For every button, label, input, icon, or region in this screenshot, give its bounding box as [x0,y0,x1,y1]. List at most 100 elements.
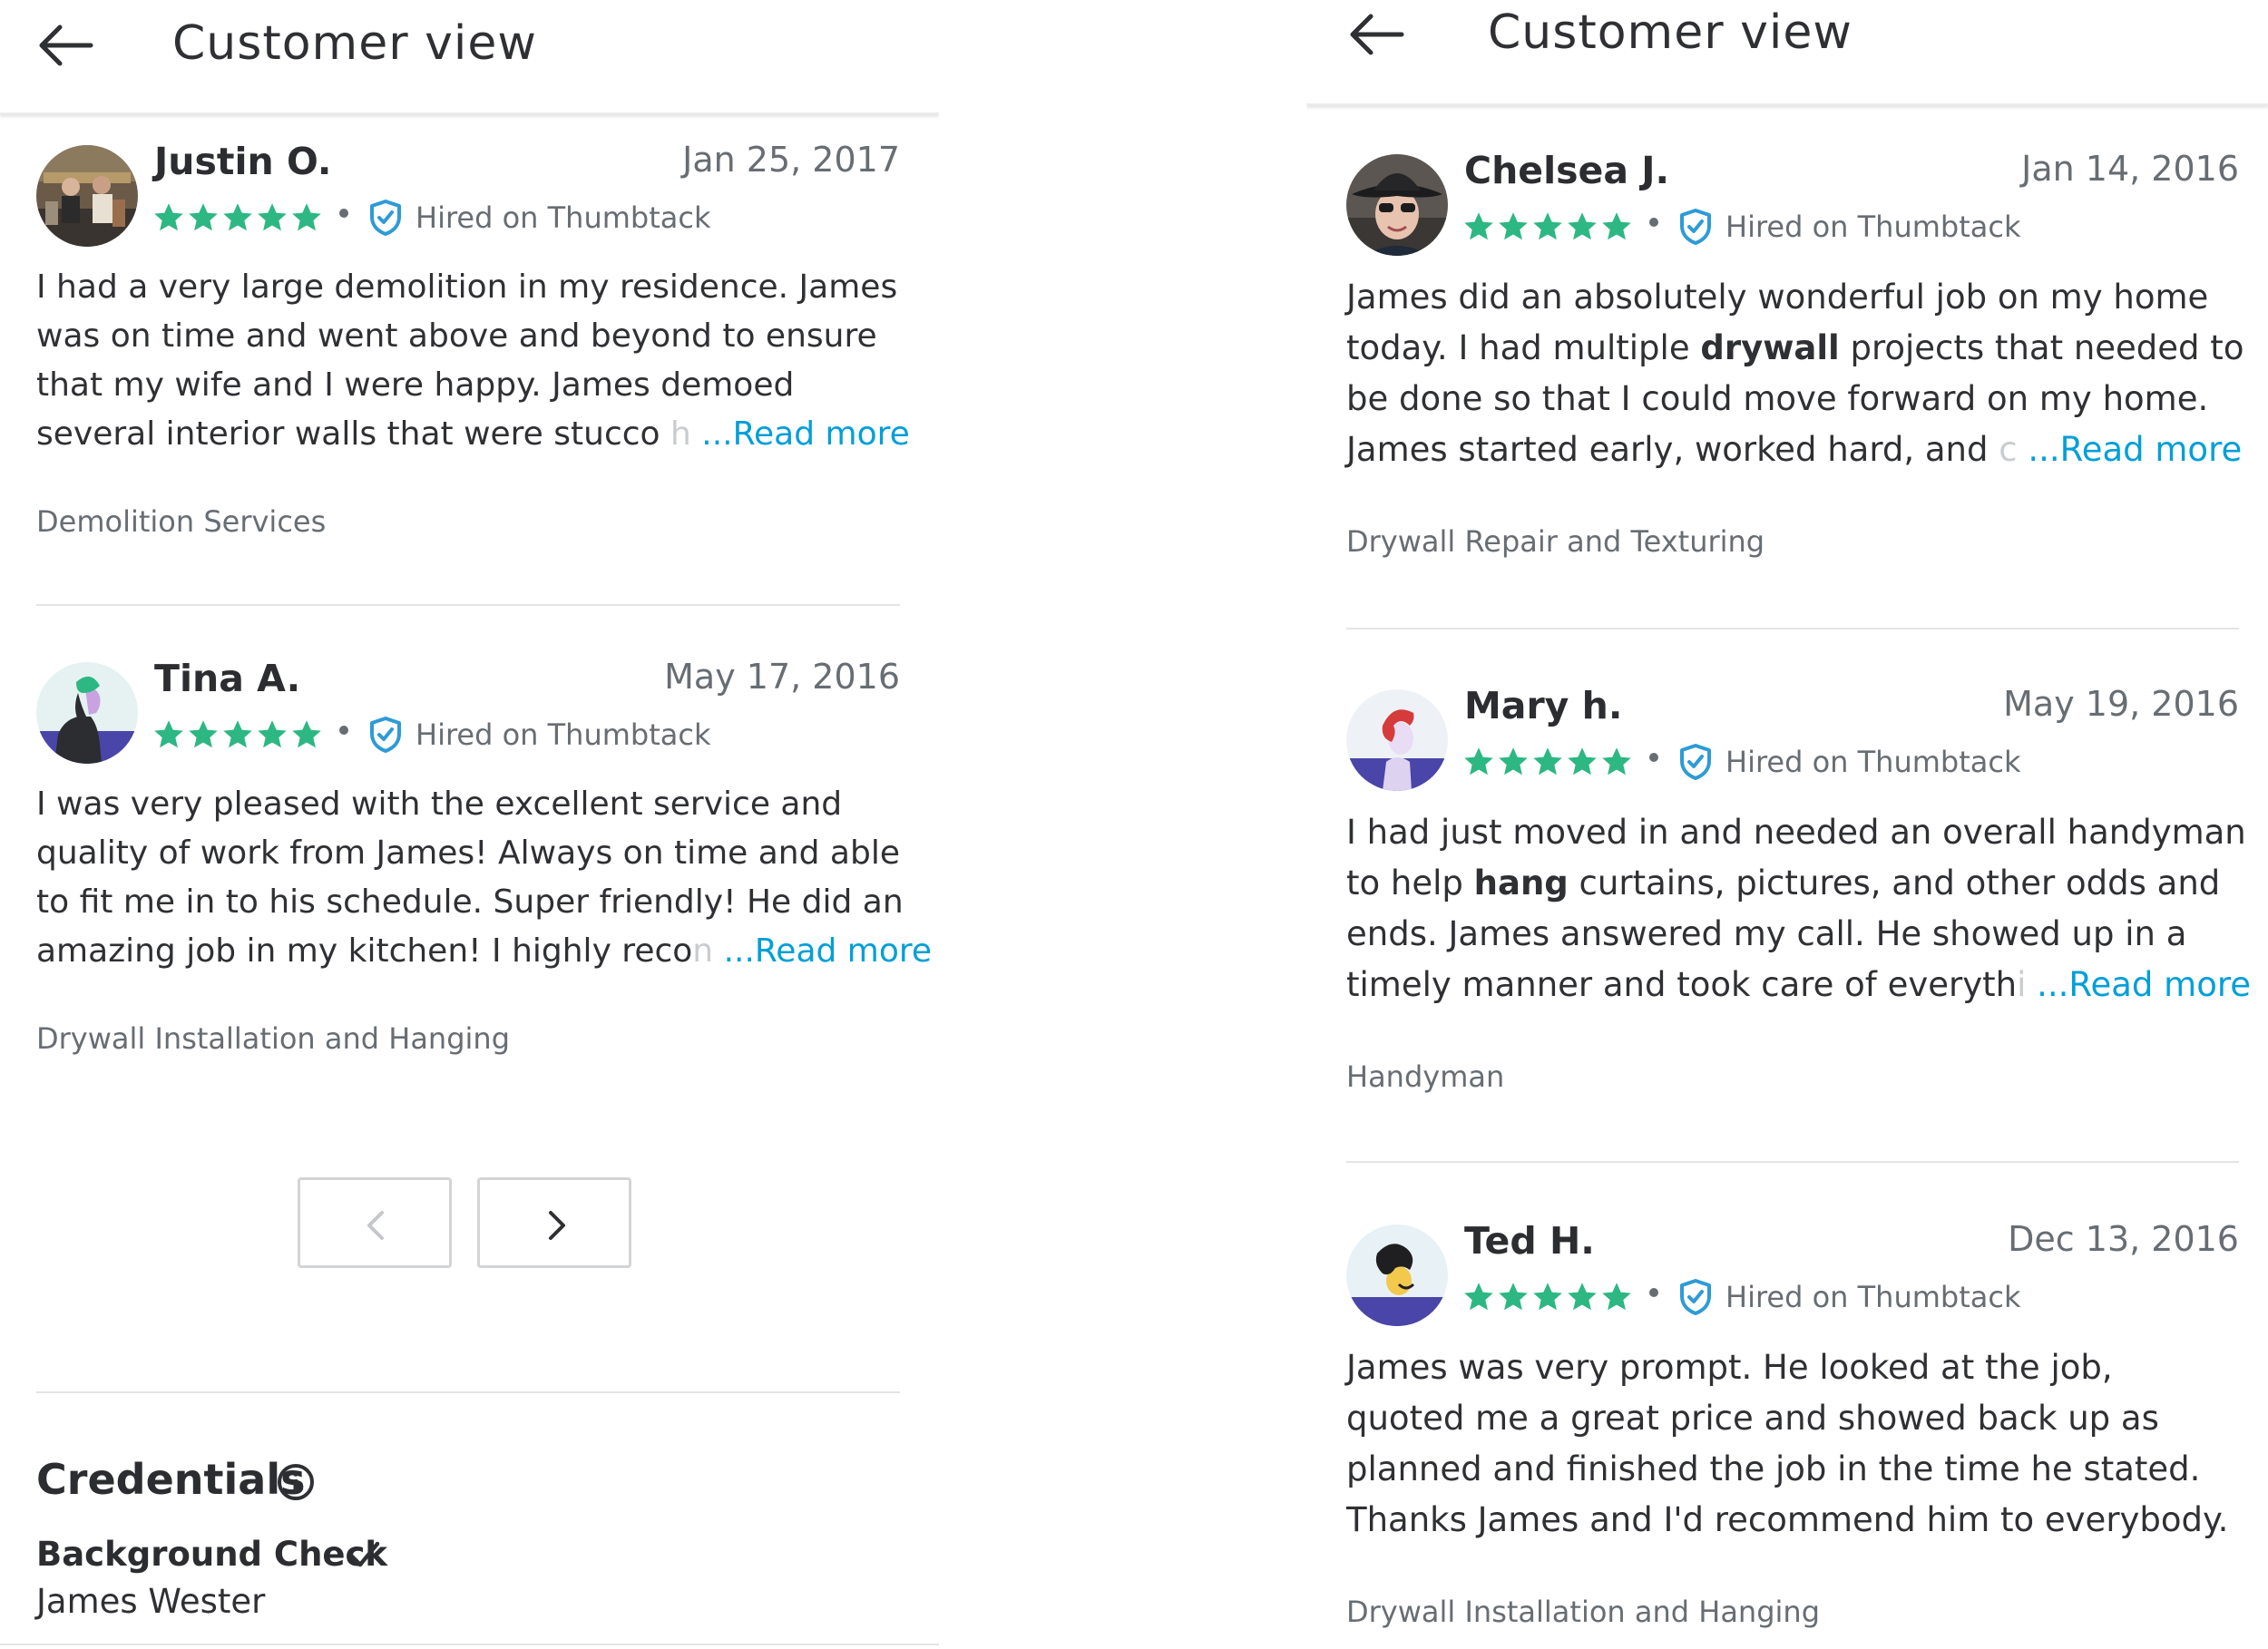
top-bar: Customer view [1306,0,2268,105]
divider [1346,628,2239,629]
review-line: James did an absolutely wonderful job on… [1346,278,2209,317]
reviewer-name: Mary h. [1464,684,1623,727]
star-icon [223,203,252,231]
review-line: quality of work from James! Always on ti… [36,834,900,872]
next-page-button[interactable] [477,1177,631,1268]
service-category: Drywall Installation and Hanging [1346,1595,1820,1629]
separator-dot [1649,1288,1658,1297]
hired-label: Hired on Thumbtack [415,717,711,752]
star-icon [1464,1283,1493,1311]
review-line-text: timely manner and took care of everyth [1346,965,2018,1004]
left-screen: Customer view Justin O. Jan 25, 2017 Hir… [0,0,939,1649]
review-line: timely manner and took care of everythi … [1346,960,2251,1010]
service-category: Drywall Installation and Hanging [36,1021,510,1056]
review-meta: Hired on Thumbtack [152,713,710,756]
service-category: Demolition Services [36,504,327,539]
star-icon [1533,1283,1562,1311]
review-text: James was very prompt. He looked at the … [1346,1342,2228,1546]
star-icon [1568,747,1597,776]
star-icon [189,720,218,748]
review-meta: Hired on Thumbtack [1462,1275,2020,1319]
review-date: Dec 13, 2016 [2008,1219,2239,1259]
review-line: James started early, worked hard, and c … [1346,424,2244,475]
right-screen: Customer view Chelsea J. Jan 14, 2016 Hi… [1306,0,2268,1649]
review-line: today. I had multiple drywall projects t… [1346,323,2244,374]
star-icon [1602,1283,1631,1311]
review-line: I had just moved in and needed an overal… [1346,813,2246,852]
previous-page-button[interactable] [298,1177,452,1268]
star-icon [154,720,183,748]
highlighted-keyword: hang [1473,864,1569,903]
checkmark-icon [347,1537,383,1573]
divider [36,604,900,606]
highlighted-keyword: drywall [1700,328,1840,367]
star-icon [1568,1283,1597,1311]
review-line: amazing job in my kitchen! I highly reco… [36,927,932,976]
read-more-link[interactable]: ...Read more [2028,430,2242,469]
star-icon [154,203,183,231]
review-date: May 17, 2016 [664,657,900,697]
reviewer-name: Ted H. [1464,1219,1595,1263]
separator-dot [1649,218,1658,227]
verified-shield-icon [1680,209,1711,245]
star-rating [152,718,325,751]
star-rating [152,201,325,234]
divider [1346,1161,2239,1163]
top-bar: Customer view [0,0,939,114]
review-meta: Hired on Thumbtack [1462,740,2020,784]
star-icon [1533,747,1562,776]
faded-text: c [1999,430,2018,469]
verified-shield-icon [1680,1279,1711,1315]
arrow-left-icon [39,24,93,66]
read-more-link[interactable]: ...Read more [2037,965,2251,1004]
review-line: ends. James answered my call. He showed … [1346,914,2187,953]
separator-dot [1649,753,1658,762]
chevron-right-icon [549,1211,565,1240]
read-more-link[interactable]: ...Read more [701,415,909,453]
divider [36,1391,900,1393]
back-button[interactable] [1345,7,1418,62]
star-icon [292,720,321,748]
review-date: May 19, 2016 [2003,684,2239,724]
credentials-info-button[interactable] [276,1462,316,1502]
reviewer-name: Chelsea J. [1464,149,1670,192]
review-line-text: to help [1346,864,1474,903]
review-line-text: James started early, worked hard, and [1346,430,1999,469]
avatar [36,145,138,247]
reviewer-name: Justin O. [154,140,332,183]
hired-label: Hired on Thumbtack [1725,745,2021,779]
review-line: Thanks James and I'd recommend him to ev… [1346,1500,2229,1539]
hired-label: Hired on Thumbtack [415,200,711,235]
review-date: Jan 14, 2016 [2021,149,2239,189]
divider [0,1644,939,1645]
hired-label: Hired on Thumbtack [1725,210,2021,244]
page-title: Customer view [1488,5,1853,60]
verified-shield-icon [370,200,401,236]
review-line-text: several interior walls that were stucco [36,415,671,453]
info-icon [278,1464,314,1500]
review-date: Jan 25, 2017 [682,140,900,180]
review-line-text: projects that needed to [1839,328,2244,367]
review-line-text: today. I had multiple [1346,328,1701,367]
read-more-link[interactable]: ...Read more [724,932,932,970]
avatar [36,662,138,764]
review-line: to fit me in to his schedule. Super frie… [36,883,904,921]
review-line: planned and finished the job in the time… [1346,1449,2201,1488]
arrow-left-icon [1350,14,1404,55]
review-line: be done so that I could move forward on … [1346,379,2209,418]
star-icon [1464,747,1493,776]
review-text: I had a very large demolition in my resi… [36,263,910,459]
review-line-text: curtains, pictures, and other odds and [1568,864,2221,903]
review-line: several interior walls that were stucco … [36,410,910,459]
star-icon [292,203,321,231]
avatar [1346,689,1448,791]
star-rating [1462,746,1635,778]
chevron-left-icon [367,1211,384,1240]
review-line: quoted me a great price and showed back … [1346,1399,2159,1438]
back-button[interactable] [34,18,107,73]
star-icon [223,720,252,748]
star-icon [1499,1283,1528,1311]
star-icon [1602,212,1631,240]
review-line: I had a very large demolition in my resi… [36,268,898,306]
star-icon [1499,747,1528,776]
